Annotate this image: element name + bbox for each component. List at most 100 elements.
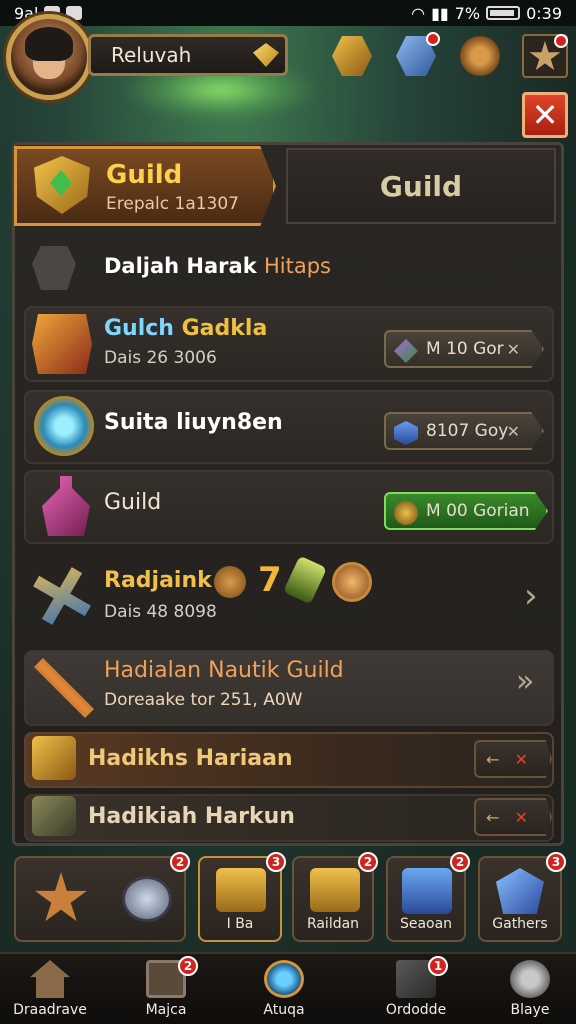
crest-icon bbox=[332, 36, 372, 76]
favorites-badge bbox=[554, 34, 568, 48]
player-name-plate[interactable]: Reluvah bbox=[88, 34, 288, 76]
tray-badge: 2 bbox=[358, 852, 378, 872]
row-title: Hadialan Nautik Guild bbox=[104, 658, 344, 683]
player-name: Reluvah bbox=[111, 43, 192, 67]
tray-label: Seaoan bbox=[399, 916, 453, 932]
row-title: Suita liuyn8en bbox=[104, 410, 283, 435]
row-title: Hadikhs Hariaan bbox=[88, 746, 293, 771]
row-title: Hadikiah Harkun bbox=[88, 804, 295, 829]
row-subtitle: Doreaake tor 251, A0W bbox=[104, 690, 303, 710]
nav-label: Majca bbox=[145, 1002, 187, 1018]
wifi-icon: ◠ bbox=[411, 3, 426, 23]
battery-percent: 7% bbox=[454, 3, 481, 23]
player-avatar[interactable] bbox=[6, 14, 92, 100]
tray-card-raildan[interactable]: Raildan 2 bbox=[292, 852, 378, 942]
pill-close-icon: ✕ bbox=[506, 422, 520, 441]
guild-crest-button[interactable] bbox=[330, 34, 374, 78]
claim-pill[interactable]: M 00 Gorian bbox=[384, 492, 548, 530]
signal-icon: ▮▮ bbox=[431, 3, 449, 23]
nav-item-search[interactable]: Atuqa bbox=[234, 952, 334, 1024]
nav-label: Atuqa bbox=[263, 1002, 305, 1018]
close-icon: ✕ bbox=[514, 808, 528, 827]
tray-label: Raildan bbox=[306, 916, 360, 932]
battery-icon bbox=[486, 6, 521, 20]
tray-badge: 3 bbox=[266, 852, 286, 872]
crystal-orb-icon bbox=[34, 396, 94, 456]
purple-gem-icon bbox=[394, 339, 418, 363]
tab-inactive-label: Guild bbox=[379, 169, 463, 203]
blue-chest-icon bbox=[402, 868, 452, 914]
count-number: 7 bbox=[258, 560, 282, 600]
tray-badge: 3 bbox=[546, 852, 566, 872]
tab-title: Guild bbox=[106, 160, 183, 190]
clock: 0:39 bbox=[526, 3, 562, 23]
row-subtitle: Dais 26 3006 bbox=[104, 348, 217, 368]
tray-card-gathers[interactable]: Gathers 3 bbox=[478, 852, 566, 942]
favorites-button[interactable] bbox=[522, 34, 568, 78]
house-icon bbox=[30, 960, 70, 998]
close-icon: ✕ bbox=[514, 750, 528, 769]
tray-card-items[interactable]: 2 bbox=[14, 852, 190, 942]
nav-badge: 1 bbox=[428, 956, 448, 976]
nav-label: Draadrave bbox=[13, 1002, 87, 1018]
tray-badge: 2 bbox=[450, 852, 470, 872]
avatar-hair bbox=[25, 27, 73, 61]
notification-badge: 1 bbox=[426, 32, 440, 46]
ruby-shield-icon bbox=[32, 314, 92, 374]
remove-button[interactable]: ← ✕ bbox=[474, 798, 552, 836]
settings-gear-button[interactable] bbox=[458, 34, 502, 78]
reward-pill[interactable]: M 10 Gor ✕ bbox=[384, 330, 544, 368]
blue-crystal-icon bbox=[394, 421, 418, 445]
pill-text: 8107 Goy bbox=[426, 421, 509, 441]
pill-text: M 10 Gor bbox=[426, 339, 504, 359]
arrow-icon: ← bbox=[486, 749, 500, 769]
arrow-icon: ← bbox=[486, 807, 500, 827]
tray-badge: 2 bbox=[170, 852, 190, 872]
tab-subtitle: Erepalc 1a1307 bbox=[106, 194, 239, 214]
nav-item-map[interactable]: 2 Majca bbox=[116, 952, 216, 1024]
row-title: Gulch Gadkla bbox=[104, 316, 268, 341]
gold-shield-icon bbox=[394, 501, 418, 525]
section-title-main: Daljah Harak bbox=[104, 254, 257, 278]
nav-label: Blaye bbox=[510, 1002, 550, 1018]
section-title: Daljah Harak Hitaps bbox=[104, 254, 331, 278]
pill-close-icon: ✕ bbox=[506, 340, 520, 359]
search-icon bbox=[264, 960, 304, 998]
skull-icon bbox=[32, 246, 76, 290]
nav-item-player[interactable]: Blaye bbox=[480, 952, 576, 1024]
row-title: Guild bbox=[104, 490, 162, 515]
gem-chest-button[interactable]: 1 bbox=[394, 32, 440, 78]
close-icon: ✕ bbox=[531, 96, 559, 134]
gear-icon bbox=[460, 36, 500, 76]
chevron-right-icon[interactable]: › bbox=[524, 576, 538, 616]
tray-card-chest[interactable]: I Ba 3 bbox=[198, 852, 286, 942]
reward-pill[interactable]: 8107 Goy ✕ bbox=[384, 412, 544, 450]
tray-card-season[interactable]: Seaoan 2 bbox=[386, 852, 470, 942]
nav-item-home[interactable]: Draadrave bbox=[0, 952, 100, 1024]
status-bar: 9al ◠ ▮▮ 7% 0:39 bbox=[0, 0, 576, 26]
row-title: Radjaink bbox=[104, 568, 212, 593]
bronze-chest-icon bbox=[32, 796, 76, 836]
tray-label: Gathers bbox=[492, 916, 548, 932]
remove-button[interactable]: ← ✕ bbox=[474, 740, 552, 778]
arrow-right-icon[interactable]: » bbox=[516, 664, 534, 699]
gold-chest-icon bbox=[216, 868, 266, 912]
blue-gem-icon bbox=[496, 868, 544, 914]
tab-guild-inactive[interactable]: Guild bbox=[286, 148, 556, 224]
gold-chest-icon bbox=[32, 736, 76, 780]
tray-label: I Ba bbox=[226, 916, 254, 932]
chest-icon bbox=[310, 868, 360, 912]
section-title-highlight: Hitaps bbox=[263, 254, 331, 278]
gold-gem-icon bbox=[253, 43, 279, 67]
close-button[interactable]: ✕ bbox=[522, 92, 568, 138]
nav-item-orders[interactable]: 1 Ordodde bbox=[366, 952, 466, 1024]
nav-badge: 2 bbox=[178, 956, 198, 976]
row-subtitle: Dais 48 8098 bbox=[104, 602, 217, 622]
coin-icon bbox=[214, 566, 246, 598]
silver-ring-icon bbox=[122, 876, 172, 922]
star-icon bbox=[35, 872, 87, 922]
bronze-coin-icon bbox=[332, 562, 372, 602]
pill-text: M 00 Gorian bbox=[426, 501, 530, 521]
nav-label: Ordodde bbox=[385, 1002, 447, 1018]
gear-icon bbox=[510, 960, 550, 998]
